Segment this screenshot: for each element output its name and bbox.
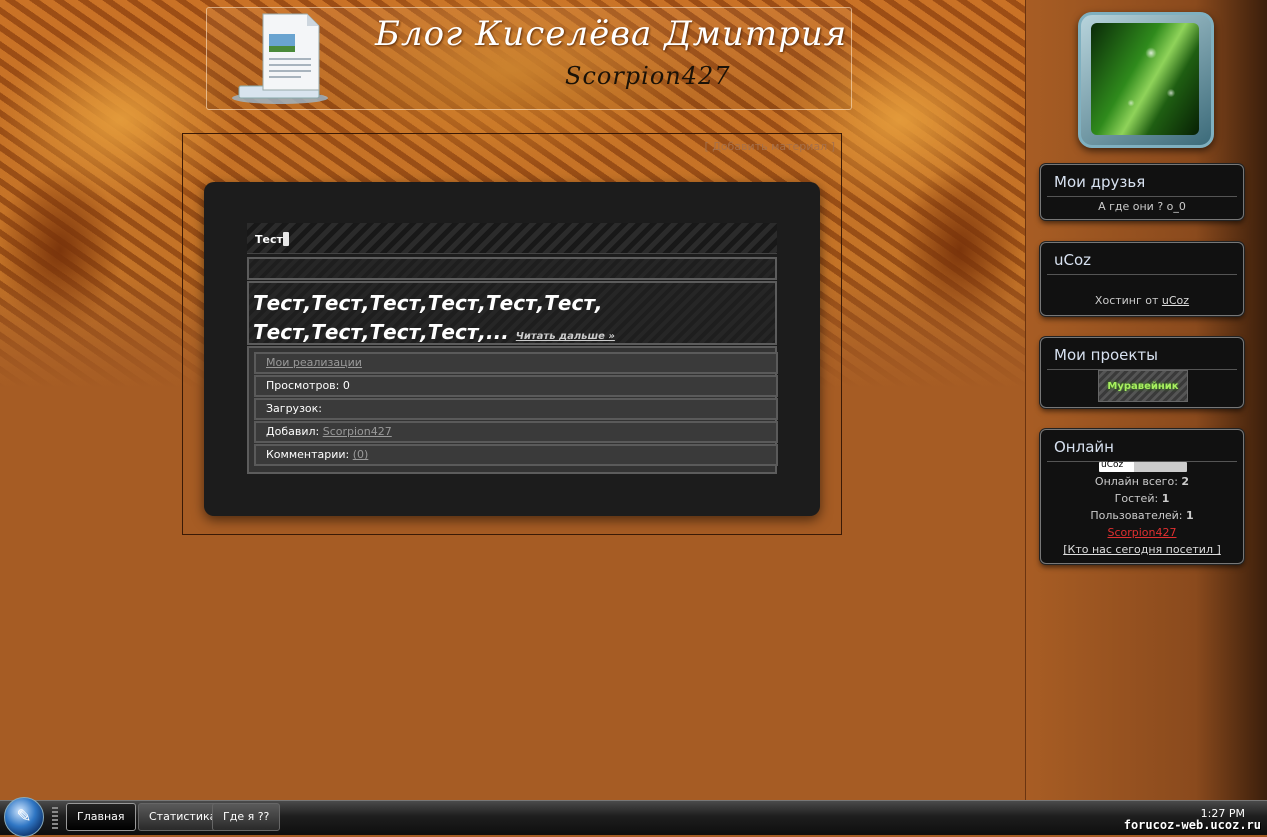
- author-link[interactable]: Scorpion427: [323, 425, 392, 438]
- online-users-value: 1: [1186, 509, 1194, 522]
- widget-divider: [1047, 274, 1237, 275]
- widget-ucoz: uCoz Хостинг от uCoz: [1040, 242, 1244, 316]
- widget-friends-text: А где они ? o_0: [1098, 200, 1186, 213]
- project-banner[interactable]: Муравейник: [1098, 370, 1188, 402]
- online-user-entry: Scorpion427: [1041, 526, 1243, 539]
- widget-friends: Мои друзья А где они ? o_0: [1040, 164, 1244, 220]
- online-who-visited: [Кто нас сегодня посетил ]: [1041, 543, 1243, 556]
- content-panel: Тест Тест,Тест,Тест,Тест,Тест,Тест, Тест…: [204, 182, 820, 516]
- online-users: Пользователей: 1: [1041, 509, 1243, 522]
- comments-label: Комментарии:: [266, 448, 350, 461]
- online-total-label: Онлайн всего:: [1094, 475, 1178, 488]
- online-guests-label: Гостей:: [1114, 492, 1159, 505]
- entry-body: Тест,Тест,Тест,Тест,Тест,Тест, Тест,Тест…: [247, 281, 777, 345]
- taskbar: ✎ Главная Статистика Где я ?? 1:27 PM fo…: [0, 797, 1267, 837]
- views-label: Просмотров:: [266, 379, 340, 392]
- site-banner: Блог Киселёва Дмитрия Scorpion427: [206, 7, 852, 110]
- entry-empty-row: [247, 257, 777, 280]
- widget-ucoz-text: Хостинг от uCoz: [1041, 294, 1243, 307]
- detail-row-category: Мои реализации: [254, 352, 778, 374]
- entry-text: Тест,Тест,Тест,Тест,Тест,Тест, Тест,Тест…: [253, 289, 773, 351]
- online-user-link[interactable]: Scorpion427: [1107, 526, 1176, 539]
- online-total-value: 2: [1181, 475, 1190, 488]
- start-orb-icon[interactable]: ✎: [4, 797, 44, 837]
- online-guests: Гостей: 1: [1041, 492, 1243, 505]
- online-guests-value: 1: [1161, 492, 1170, 505]
- site-watermark: forucoz-web.ucoz.ru: [1123, 818, 1261, 832]
- downloads-label: Загрузок:: [266, 402, 322, 415]
- widget-online: Онлайн uCoz Онлайн всего: 2 Гостей: 1 По…: [1040, 429, 1244, 564]
- comments-link[interactable]: (0): [353, 448, 369, 461]
- site-title: Блог Киселёва Дмитрия: [375, 14, 848, 54]
- widget-projects: Мои проекты Муравейник: [1040, 337, 1244, 408]
- read-more-link[interactable]: Читать дальше »: [516, 331, 615, 342]
- who-visited-link[interactable]: [Кто нас сегодня посетил ]: [1063, 543, 1221, 556]
- entry-marker-icon: [283, 232, 289, 246]
- online-counter-label: uCoz: [1101, 460, 1124, 470]
- add-material-link[interactable]: [ Добавить материал ]: [704, 140, 835, 153]
- detail-row-added-by: Добавил: Scorpion427: [254, 421, 778, 443]
- document-icon: [232, 13, 328, 104]
- widget-projects-title: Мои проекты: [1054, 346, 1159, 364]
- widget-online-title: Онлайн: [1054, 438, 1114, 456]
- entry-titlebar: Тест: [247, 223, 777, 254]
- added-by-label: Добавил:: [266, 425, 320, 438]
- site-logo[interactable]: [1078, 12, 1214, 148]
- online-users-label: Пользователей:: [1090, 509, 1183, 522]
- online-counter[interactable]: uCoz: [1099, 460, 1187, 472]
- ucoz-link[interactable]: uCoz: [1162, 294, 1189, 307]
- widget-friends-title: Мои друзья: [1054, 173, 1146, 191]
- content-frame: [ Добавить материал ] Тест Тест,Тест,Тес…: [182, 133, 842, 535]
- taskbar-button-home[interactable]: Главная: [66, 803, 136, 831]
- taskbar-button-where[interactable]: Где я ??: [212, 803, 281, 831]
- views-value: 0: [342, 379, 350, 392]
- detail-row-comments: Комментарии: (0): [254, 444, 778, 466]
- project-banner-text: Муравейник: [1107, 381, 1179, 392]
- entry-title[interactable]: Тест: [255, 233, 283, 246]
- site-subtitle: Scorpion427: [565, 62, 731, 90]
- taskbar-grip: [52, 807, 58, 829]
- detail-row-downloads: Загрузок:: [254, 398, 778, 420]
- widget-ucoz-title: uCoz: [1054, 251, 1092, 269]
- entry-details: Мои реализации Просмотров: 0 Загрузок: Д…: [247, 346, 778, 474]
- grass-drops-image: [1091, 23, 1199, 135]
- category-link[interactable]: Мои реализации: [266, 356, 362, 369]
- online-total: Онлайн всего: 2: [1041, 475, 1243, 488]
- detail-row-views: Просмотров: 0: [254, 375, 778, 397]
- hosting-label: Хостинг от: [1094, 294, 1159, 307]
- widget-divider: [1047, 196, 1237, 197]
